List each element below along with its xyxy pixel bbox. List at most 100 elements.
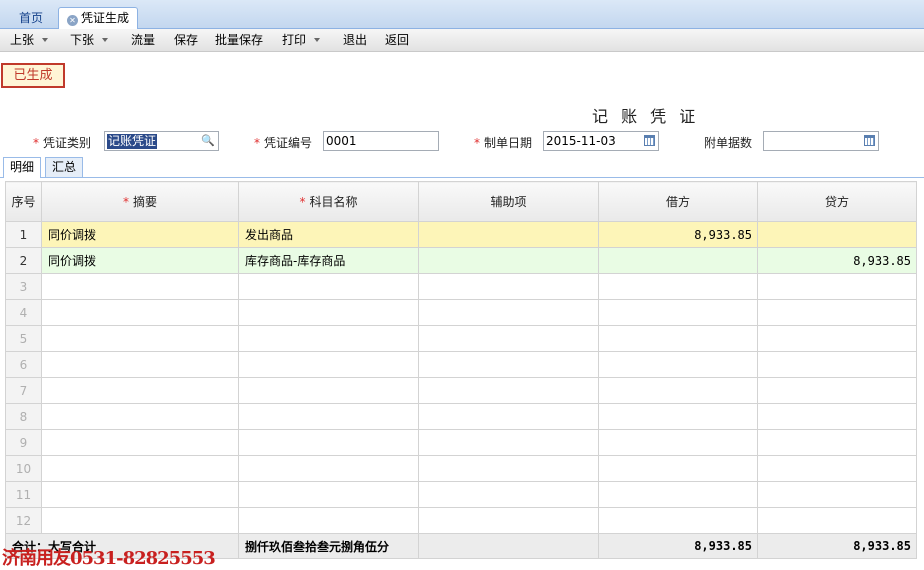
voucher-date-field[interactable]: 2015-11-03	[543, 131, 659, 151]
aux-cell[interactable]	[418, 351, 599, 378]
table-row[interactable]: 10	[5, 455, 917, 482]
summary-cell[interactable]	[41, 507, 239, 534]
credit-cell[interactable]	[757, 221, 917, 248]
attachment-count-field[interactable]	[763, 131, 879, 151]
account-cell[interactable]	[238, 273, 419, 300]
debit-cell[interactable]	[598, 377, 758, 404]
summary-cell[interactable]: 同价调拨	[41, 221, 239, 248]
save-button[interactable]: 保存	[174, 32, 198, 49]
account-cell[interactable]: 发出商品	[238, 221, 419, 248]
summary-cell[interactable]: 同价调拨	[41, 247, 239, 274]
summary-cell[interactable]	[41, 273, 239, 300]
summary-cell[interactable]	[41, 377, 239, 404]
debit-cell[interactable]: 8,933.85	[598, 221, 758, 248]
column-header-account[interactable]: * 科目名称	[238, 181, 419, 222]
account-cell[interactable]	[238, 481, 419, 508]
table-row[interactable]: 3	[5, 273, 917, 300]
credit-cell[interactable]	[757, 377, 917, 404]
debit-cell[interactable]	[598, 351, 758, 378]
aux-cell[interactable]	[418, 403, 599, 430]
watermark-text: 济南用友0531-82825553	[2, 548, 216, 569]
credit-cell[interactable]	[757, 507, 917, 534]
credit-cell[interactable]	[757, 403, 917, 430]
table-row[interactable]: 11	[5, 481, 917, 508]
table-row[interactable]: 9	[5, 429, 917, 456]
summary-cell[interactable]	[41, 403, 239, 430]
account-cell[interactable]	[238, 507, 419, 534]
table-row[interactable]: 12	[5, 507, 917, 534]
exit-button[interactable]: 退出	[343, 32, 367, 49]
credit-cell[interactable]	[757, 325, 917, 352]
account-cell[interactable]	[238, 455, 419, 482]
debit-cell[interactable]	[598, 455, 758, 482]
aux-cell[interactable]	[418, 507, 599, 534]
debit-cell[interactable]	[598, 299, 758, 326]
voucher-date-label-text: 制单日期	[484, 136, 533, 150]
aux-cell[interactable]	[418, 455, 599, 482]
summary-cell[interactable]	[41, 325, 239, 352]
summary-cell[interactable]	[41, 429, 239, 456]
account-cell[interactable]	[238, 429, 419, 456]
tab-summary[interactable]: 汇总	[45, 157, 84, 177]
summary-cell[interactable]	[41, 299, 239, 326]
debit-cell[interactable]	[598, 481, 758, 508]
close-icon[interactable]: ✕	[67, 15, 78, 26]
aux-cell[interactable]	[418, 429, 599, 456]
table-row[interactable]: 5	[5, 325, 917, 352]
table-row[interactable]: 7	[5, 377, 917, 404]
credit-cell[interactable]: 8,933.85	[757, 247, 917, 274]
credit-cell[interactable]	[757, 429, 917, 456]
aux-cell[interactable]	[418, 325, 599, 352]
table-row[interactable]: 1 同价调拨 发出商品 8,933.85	[5, 221, 917, 248]
credit-cell[interactable]	[757, 273, 917, 300]
back-button[interactable]: 返回	[385, 32, 409, 49]
tab-voucher-generate[interactable]: ✕ 凭证生成	[58, 7, 139, 30]
column-header-credit[interactable]: 贷方	[757, 181, 917, 222]
aux-cell[interactable]	[418, 481, 599, 508]
aux-cell[interactable]	[418, 247, 599, 274]
calendar-icon[interactable]	[864, 135, 875, 146]
search-icon[interactable]: 🔍	[201, 134, 215, 148]
account-cell[interactable]	[238, 325, 419, 352]
flow-button[interactable]: 流量	[131, 32, 155, 49]
column-header-summary[interactable]: * 摘要	[41, 181, 239, 222]
calendar-icon[interactable]	[644, 135, 655, 146]
summary-cell[interactable]	[41, 351, 239, 378]
tab-detail[interactable]: 明细	[3, 157, 42, 178]
table-row[interactable]: 6	[5, 351, 917, 378]
credit-cell[interactable]	[757, 481, 917, 508]
summary-cell[interactable]	[41, 481, 239, 508]
debit-cell[interactable]	[598, 429, 758, 456]
account-cell[interactable]	[238, 351, 419, 378]
batch-save-button[interactable]: 批量保存	[215, 32, 263, 49]
aux-cell[interactable]	[418, 299, 599, 326]
debit-cell[interactable]	[598, 325, 758, 352]
account-cell[interactable]	[238, 299, 419, 326]
debit-cell[interactable]	[598, 247, 758, 274]
voucher-type-field[interactable]: 记账凭证 🔍	[104, 131, 219, 151]
column-header-seq[interactable]: 序号	[5, 181, 42, 222]
column-header-debit[interactable]: 借方	[598, 181, 758, 222]
summary-cell[interactable]	[41, 455, 239, 482]
aux-cell[interactable]	[418, 221, 599, 248]
table-row[interactable]: 4	[5, 299, 917, 326]
account-cell[interactable]	[238, 403, 419, 430]
print-button[interactable]: 打印	[282, 32, 321, 49]
aux-cell[interactable]	[418, 377, 599, 404]
tab-home[interactable]: 首页	[10, 7, 52, 29]
aux-cell[interactable]	[418, 273, 599, 300]
account-cell[interactable]	[238, 377, 419, 404]
voucher-number-field[interactable]: 0001	[323, 131, 439, 151]
credit-cell[interactable]	[757, 351, 917, 378]
debit-cell[interactable]	[598, 403, 758, 430]
table-row[interactable]: 8	[5, 403, 917, 430]
debit-cell[interactable]	[598, 273, 758, 300]
prev-button[interactable]: 上张	[10, 32, 49, 49]
table-row[interactable]: 2 同价调拨 库存商品-库存商品 8,933.85	[5, 247, 917, 274]
credit-cell[interactable]	[757, 299, 917, 326]
account-cell[interactable]: 库存商品-库存商品	[238, 247, 419, 274]
debit-cell[interactable]	[598, 507, 758, 534]
credit-cell[interactable]	[757, 455, 917, 482]
next-button[interactable]: 下张	[70, 32, 109, 49]
column-header-aux[interactable]: 辅助项	[418, 181, 599, 222]
